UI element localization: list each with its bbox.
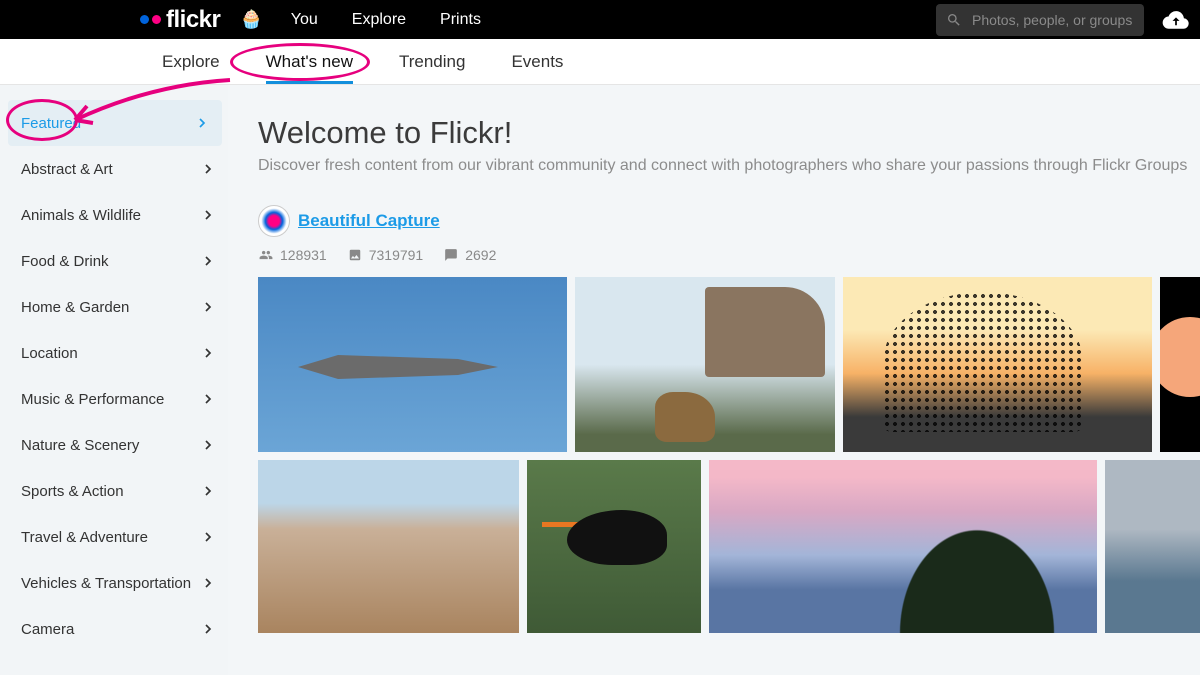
photo-thumbnail[interactable] [527,460,701,633]
group-header: Beautiful Capture [258,205,1200,237]
discussions-icon [443,248,459,262]
sidebar-item-home-garden[interactable]: Home & Garden [6,284,228,330]
nav-prints[interactable]: Prints [440,11,481,29]
photo-thumbnail[interactable] [709,460,1097,633]
photo-thumbnail[interactable] [258,460,519,633]
chevron-right-icon [200,391,216,407]
chevron-right-icon [200,437,216,453]
group-name-link[interactable]: Beautiful Capture [298,211,440,231]
photos-icon [347,248,363,262]
category-sidebar: Featured Abstract & Art Animals & Wildli… [0,85,228,675]
flickr-logo-text[interactable]: flickr [166,6,220,34]
photo-row-2 [258,460,1200,633]
stat-discussions: 2692 [443,247,496,263]
upload-cloud-icon[interactable] [1162,9,1190,31]
chevron-right-icon [200,621,216,637]
sidebar-item-label: Vehicles & Transportation [21,575,191,592]
sidebar-item-label: Featured [21,115,81,132]
members-icon [258,248,274,262]
chevron-right-icon [200,207,216,223]
photo-thumbnail[interactable] [258,277,567,452]
chevron-right-icon [200,161,216,177]
sidebar-item-abstract-art[interactable]: Abstract & Art [6,146,228,192]
content-area: Welcome to Flickr! Discover fresh conten… [228,85,1200,675]
sidebar-item-label: Location [21,345,78,362]
subtab-explore[interactable]: Explore [162,41,220,83]
subtab-events[interactable]: Events [511,41,563,83]
photo-thumbnail[interactable] [1105,460,1200,633]
search-box[interactable] [936,4,1144,36]
photo-row-1 [258,277,1200,452]
top-navbar: flickr 🧁 You Explore Prints [0,0,1200,39]
nav-you[interactable]: You [291,11,318,29]
subtab-trending[interactable]: Trending [399,41,465,83]
chevron-right-icon [200,299,216,315]
explore-subtabs: Explore What's new Trending Events [0,39,1200,85]
stat-photos: 7319791 [347,247,424,263]
flickr-logo-dots[interactable] [140,15,161,24]
sidebar-item-label: Sports & Action [21,483,124,500]
sidebar-item-travel-adventure[interactable]: Travel & Adventure [6,514,228,560]
welcome-subtitle: Discover fresh content from our vibrant … [258,157,1200,175]
sidebar-item-label: Camera [21,621,74,638]
sidebar-item-location[interactable]: Location [6,330,228,376]
chevron-right-icon [194,115,210,131]
subtab-whats-new[interactable]: What's new [266,41,353,83]
stat-discussions-value: 2692 [465,247,496,263]
sidebar-item-music-performance[interactable]: Music & Performance [6,376,228,422]
chevron-right-icon [200,529,216,545]
logo-dot-blue [140,15,149,24]
main-area: Featured Abstract & Art Animals & Wildli… [0,85,1200,675]
chevron-right-icon [200,483,216,499]
stat-members: 128931 [258,247,327,263]
sidebar-item-label: Travel & Adventure [21,529,148,546]
chevron-right-icon [200,575,216,591]
stat-members-value: 128931 [280,247,327,263]
chevron-right-icon [200,345,216,361]
nav-explore[interactable]: Explore [352,11,406,29]
photo-thumbnail[interactable] [575,277,835,452]
sidebar-item-featured[interactable]: Featured [8,100,222,146]
sidebar-item-label: Music & Performance [21,391,164,408]
sidebar-item-label: Food & Drink [21,253,109,270]
sidebar-item-label: Nature & Scenery [21,437,139,454]
sidebar-item-animals-wildlife[interactable]: Animals & Wildlife [6,192,228,238]
chevron-right-icon [200,253,216,269]
photo-thumbnail[interactable] [1160,277,1200,452]
photo-thumbnail[interactable] [843,277,1152,452]
cupcake-icon[interactable]: 🧁 [240,9,262,30]
welcome-title: Welcome to Flickr! [258,115,1200,151]
sidebar-item-vehicles-transportation[interactable]: Vehicles & Transportation [6,560,228,606]
sidebar-item-food-drink[interactable]: Food & Drink [6,238,228,284]
search-input[interactable] [972,12,1134,28]
stat-photos-value: 7319791 [369,247,424,263]
sidebar-item-nature-scenery[interactable]: Nature & Scenery [6,422,228,468]
logo-dot-pink [152,15,161,24]
sidebar-item-sports-action[interactable]: Sports & Action [6,468,228,514]
sidebar-item-label: Home & Garden [21,299,129,316]
sidebar-item-camera[interactable]: Camera [6,606,228,652]
sidebar-item-label: Abstract & Art [21,161,113,178]
group-stats: 128931 7319791 2692 [258,247,1200,263]
group-avatar[interactable] [258,205,290,237]
primary-nav: You Explore Prints [291,11,481,29]
search-icon [946,12,962,28]
sidebar-item-label: Animals & Wildlife [21,207,141,224]
